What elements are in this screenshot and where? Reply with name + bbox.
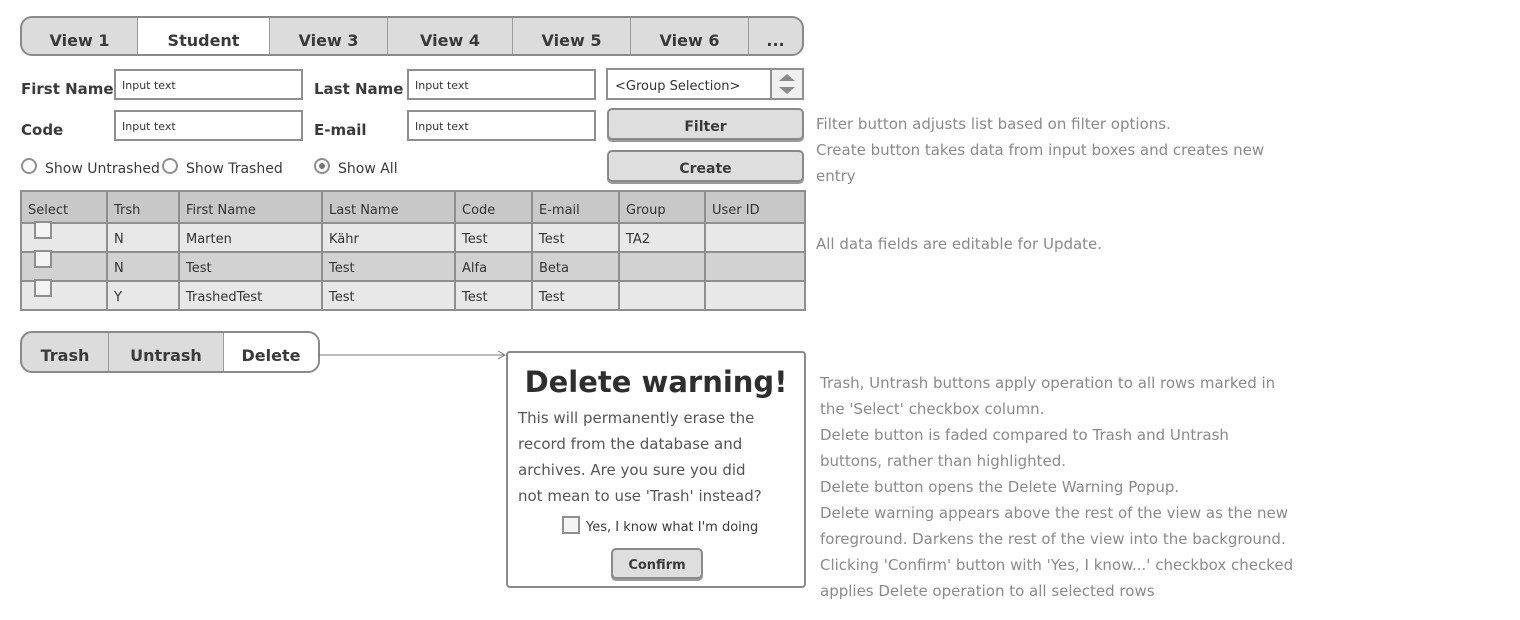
- confirm-button[interactable]: Confirm: [611, 548, 703, 579]
- delete-button[interactable]: Delete: [224, 333, 318, 371]
- row-select-checkbox[interactable]: [34, 279, 52, 297]
- table-header-row: Select Trsh First Name Last Name Code E-…: [20, 190, 806, 224]
- column-header-select: Select: [20, 190, 108, 224]
- note-line-5: Delete button opens the Delete Warning P…: [820, 478, 1180, 496]
- email-label: E-mail: [314, 121, 367, 139]
- email-field[interactable]: Input text: [407, 110, 596, 141]
- column-header-last-name: Last Name: [321, 190, 456, 224]
- column-header-group: Group: [618, 190, 706, 224]
- tab-view-3[interactable]: View 3: [270, 18, 388, 54]
- create-button[interactable]: Create: [607, 150, 804, 182]
- radio-show-untrashed[interactable]: [21, 158, 37, 174]
- table-cell[interactable]: Test: [531, 280, 620, 311]
- select-cell: [20, 250, 108, 282]
- radio-show-all-label: Show All: [338, 161, 398, 177]
- delete-warning-popup: Delete warning! This will permanently er…: [506, 351, 806, 588]
- table-row: N Marten Kähr Test Test TA2: [20, 221, 806, 253]
- table-cell[interactable]: Test: [454, 222, 533, 253]
- column-header-code: Code: [454, 190, 533, 224]
- tab-view-5[interactable]: View 5: [513, 18, 631, 54]
- table-cell[interactable]: Test: [531, 222, 620, 253]
- note-create-2: entry: [816, 167, 856, 185]
- filter-button[interactable]: Filter: [607, 108, 804, 140]
- tab-view-1[interactable]: View 1: [22, 18, 138, 54]
- column-header-user-id: User ID: [704, 190, 806, 224]
- note-line-6: Delete warning appears above the rest of…: [820, 504, 1289, 522]
- view-tab-bar: View 1 Student View 3 View 4 View 5 View…: [20, 16, 804, 56]
- note-filter: Filter button adjusts list based on filt…: [816, 115, 1171, 133]
- note-line-1: Trash, Untrash buttons apply operation t…: [820, 374, 1276, 392]
- table-cell[interactable]: [618, 280, 706, 311]
- trash-button[interactable]: Trash: [22, 333, 109, 371]
- table-cell[interactable]: Test: [321, 280, 456, 311]
- last-name-field[interactable]: Input text: [407, 69, 596, 100]
- table-cell[interactable]: N: [106, 222, 180, 253]
- radio-show-untrashed-label: Show Untrashed: [45, 161, 160, 177]
- row-select-checkbox[interactable]: [34, 221, 52, 239]
- spinner-arrows-icon[interactable]: [770, 70, 802, 98]
- column-header-first-name: First Name: [178, 190, 323, 224]
- first-name-field[interactable]: Input text: [114, 69, 303, 100]
- table-cell[interactable]: N: [106, 251, 180, 282]
- table-cell[interactable]: Marten: [178, 222, 323, 253]
- student-table: Select Trsh First Name Last Name Code E-…: [20, 190, 806, 311]
- radio-show-all[interactable]: [314, 158, 330, 174]
- table-cell[interactable]: [704, 280, 806, 311]
- connector-arrow-icon: [318, 350, 507, 360]
- popup-message: This will permanently erase the record f…: [518, 409, 762, 505]
- tab-student[interactable]: Student: [138, 18, 270, 54]
- row-action-bar: Trash Untrash Delete: [20, 331, 320, 373]
- group-selection-dropdown[interactable]: <Group Selection>: [606, 68, 804, 100]
- note-line-7: foreground. Darkens the rest of the view…: [820, 530, 1286, 548]
- tab-view-4[interactable]: View 4: [388, 18, 513, 54]
- tab-more[interactable]: ...: [749, 18, 802, 54]
- table-cell[interactable]: TA2: [618, 222, 706, 253]
- note-line-4: buttons, rather than highlighted.: [820, 452, 1067, 470]
- tab-view-6[interactable]: View 6: [631, 18, 749, 54]
- table-cell[interactable]: Y: [106, 280, 180, 311]
- table-cell[interactable]: [704, 222, 806, 253]
- table-cell[interactable]: TrashedTest: [178, 280, 323, 311]
- confirm-understanding-label: Yes, I know what I'm doing: [586, 520, 759, 535]
- note-line-8: Clicking 'Confirm' button with 'Yes, I k…: [820, 556, 1294, 574]
- column-header-trsh: Trsh: [106, 190, 180, 224]
- column-header-email: E-mail: [531, 190, 620, 224]
- table-cell[interactable]: Kähr: [321, 222, 456, 253]
- radio-show-trashed-label: Show Trashed: [186, 161, 283, 177]
- table-cell[interactable]: Beta: [531, 251, 620, 282]
- first-name-label: First Name: [21, 80, 114, 98]
- popup-title: Delete warning!: [524, 365, 788, 399]
- confirm-understanding-checkbox[interactable]: [562, 516, 580, 534]
- select-cell: [20, 221, 108, 253]
- note-create-1: Create button takes data from input boxe…: [816, 141, 1265, 159]
- row-select-checkbox[interactable]: [34, 250, 52, 268]
- table-row: N Test Test Alfa Beta: [20, 250, 806, 282]
- note-line-2: the 'Select' checkbox column.: [820, 400, 1045, 418]
- code-label: Code: [21, 121, 64, 139]
- untrash-button[interactable]: Untrash: [109, 333, 224, 371]
- note-line-9: applies Delete operation to all selected…: [820, 582, 1155, 600]
- select-cell: [20, 279, 108, 311]
- table-cell[interactable]: Test: [321, 251, 456, 282]
- table-cell[interactable]: [618, 251, 706, 282]
- table-row: Y TrashedTest Test Test Test: [20, 279, 806, 311]
- note-line-3: Delete button is faded compared to Trash…: [820, 426, 1229, 444]
- table-cell[interactable]: Test: [178, 251, 323, 282]
- last-name-label: Last Name: [314, 80, 404, 98]
- table-cell[interactable]: Test: [454, 280, 533, 311]
- note-editable: All data fields are editable for Update.: [816, 235, 1103, 253]
- table-cell[interactable]: [704, 251, 806, 282]
- code-field[interactable]: Input text: [114, 110, 303, 141]
- radio-show-trashed[interactable]: [162, 158, 178, 174]
- group-selection-value: <Group Selection>: [615, 79, 741, 94]
- table-cell[interactable]: Alfa: [454, 251, 533, 282]
